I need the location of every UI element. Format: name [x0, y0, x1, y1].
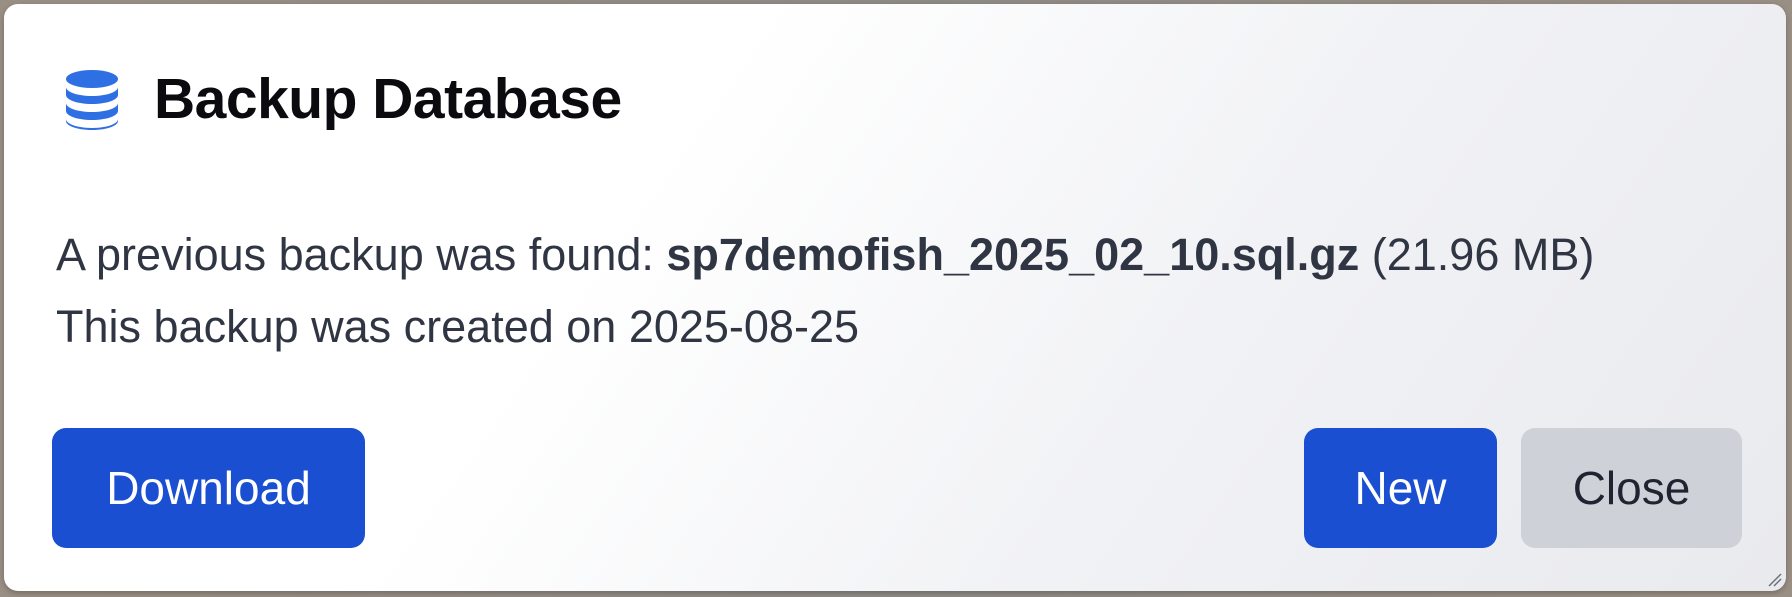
new-backup-button[interactable]: New: [1304, 428, 1497, 548]
backup-created-date: 2025-08-25: [628, 301, 859, 352]
dialog-header: Backup Database: [60, 64, 622, 134]
resize-handle-icon[interactable]: [1766, 571, 1782, 587]
backup-size: (21.96 MB): [1359, 229, 1595, 280]
backup-database-dialog: Backup Database A previous backup was fo…: [4, 4, 1786, 591]
backup-found-prefix: A previous backup was found:: [56, 229, 667, 280]
dialog-title: Backup Database: [154, 67, 622, 131]
backup-filename: sp7demofish_2025_02_10.sql.gz: [666, 229, 1360, 280]
dialog-message: A previous backup was found: sp7demofish…: [56, 219, 1594, 363]
database-icon: [60, 67, 124, 131]
backup-found-line: A previous backup was found: sp7demofish…: [56, 219, 1594, 291]
backup-created-line: This backup was created on 2025-08-25: [56, 291, 1594, 363]
backup-created-prefix: This backup was created on: [56, 301, 629, 352]
download-button[interactable]: Download: [52, 428, 365, 548]
close-button[interactable]: Close: [1521, 428, 1742, 548]
